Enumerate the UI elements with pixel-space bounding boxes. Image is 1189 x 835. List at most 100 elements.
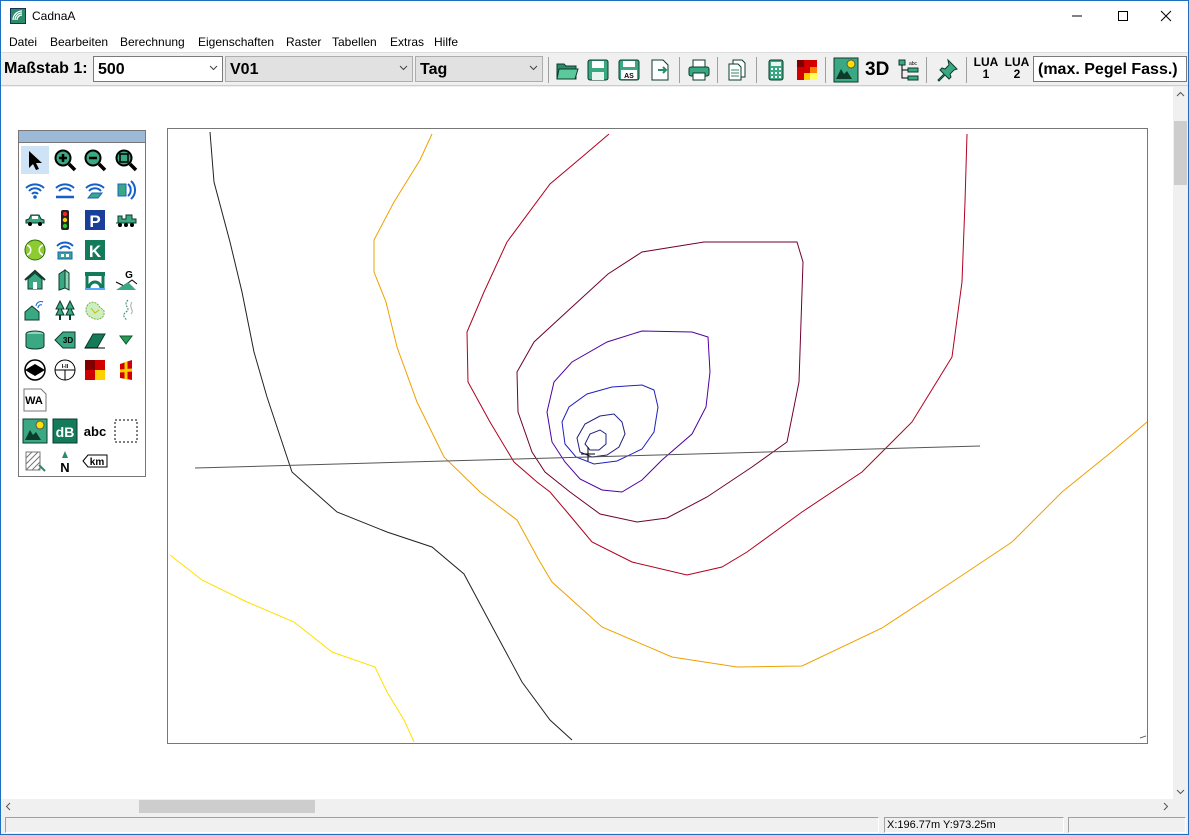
copy-button[interactable] (723, 56, 751, 84)
scroll-left-icon[interactable] (1, 799, 16, 814)
tank-tool[interactable] (21, 326, 49, 354)
result-type-field[interactable]: (max. Pegel Fass.) (1033, 56, 1187, 82)
hatched-area-tool[interactable] (21, 447, 49, 475)
horizontal-scrollbar[interactable] (1, 799, 1173, 814)
period-combo[interactable]: Tag (415, 56, 543, 82)
facade-grid-tool[interactable] (112, 356, 140, 384)
receiver-point-tool[interactable] (21, 356, 49, 384)
area-source-tool[interactable] (81, 176, 109, 204)
auxiliary-rectangle-tool[interactable] (112, 417, 140, 445)
contour-map[interactable] (168, 129, 1148, 743)
north-arrow-tool[interactable]: N (51, 447, 79, 475)
dotted-rect-icon (114, 419, 138, 443)
k-object-tool[interactable]: K (81, 236, 109, 264)
grid-map-button[interactable] (793, 56, 821, 84)
zoom-out-tool[interactable] (81, 146, 109, 174)
area-tool[interactable] (81, 296, 109, 324)
horizontal-scroll-thumb[interactable] (139, 800, 315, 813)
industrial-source-tool[interactable] (51, 236, 79, 264)
svg-text:P: P (89, 212, 100, 231)
printer-icon (688, 59, 710, 81)
text-tool[interactable]: abc (81, 417, 109, 445)
select-tool[interactable] (21, 146, 49, 174)
svg-text:K: K (89, 242, 102, 261)
line-source-tool[interactable] (51, 176, 79, 204)
menu-datei[interactable]: Datei (9, 35, 37, 49)
scroll-down-icon[interactable] (1173, 784, 1188, 799)
embankment-tool[interactable] (81, 326, 109, 354)
landscape-map-icon (833, 57, 859, 83)
building-tool[interactable] (21, 266, 49, 294)
noise-grid-icon (797, 60, 817, 80)
map-frame[interactable] (167, 128, 1148, 744)
vertical-scrollbar[interactable] (1173, 87, 1188, 799)
menu-bearbeiten[interactable]: Bearbeiten (50, 35, 108, 49)
vertical-area-source-tool[interactable] (112, 176, 140, 204)
map-view-button[interactable] (832, 56, 860, 84)
workspace[interactable]: P K G 3D I-II WA dB abc N km (1, 87, 1173, 799)
toolbar: Maßstab 1: 500 V01 Tag AS 3D abc LUA 1 L… (1, 52, 1188, 86)
menu-berechnung[interactable]: Berechnung (120, 35, 185, 49)
contour-line-blue (561, 384, 659, 465)
ground-absorption-tool[interactable]: G (112, 266, 140, 294)
status-coordinates: X:196.77m Y:973.25m (884, 817, 1064, 833)
parking-lot-tool[interactable]: P (81, 206, 109, 234)
scale-bar-tool[interactable]: km (81, 447, 109, 475)
variant-combo[interactable]: V01 (225, 56, 413, 82)
railway-tool[interactable] (112, 206, 140, 234)
minimize-button[interactable] (1054, 1, 1100, 31)
open-button[interactable] (553, 56, 581, 84)
print-button[interactable] (685, 56, 713, 84)
traffic-light-tool[interactable] (51, 206, 79, 234)
building-evaluation-tool[interactable] (21, 296, 49, 324)
menu-hilfe[interactable]: Hilfe (434, 35, 458, 49)
palette-title-bar[interactable] (19, 131, 145, 143)
save-button[interactable] (584, 56, 612, 84)
lua2-button[interactable]: LUA 2 (1004, 56, 1030, 80)
lua1-button[interactable]: LUA 1 (973, 56, 999, 80)
menu-extras[interactable]: Extras (390, 35, 424, 49)
menu-eigenschaften[interactable]: Eigenschaften (198, 35, 274, 49)
scale-label: Maßstab 1: (4, 60, 88, 77)
toolbar-separator (717, 57, 718, 83)
zoom-window-tool[interactable] (112, 146, 140, 174)
height-point-tool[interactable] (112, 326, 140, 354)
scroll-right-icon[interactable] (1158, 799, 1173, 814)
save-as-icon: AS (618, 59, 640, 81)
point-source-tool[interactable] (21, 176, 49, 204)
maximize-button[interactable] (1100, 1, 1146, 31)
road-tool[interactable] (21, 206, 49, 234)
vertical-scroll-thumb[interactable] (1174, 121, 1187, 185)
scale-combo[interactable]: 500 (93, 56, 223, 82)
3d-view-button[interactable]: 3D (865, 59, 889, 81)
bitmap-tool[interactable] (21, 417, 49, 445)
calculator-button[interactable] (762, 56, 790, 84)
vegetation-tool[interactable] (51, 296, 79, 324)
export-icon (651, 59, 669, 81)
grid-calculation-tool[interactable] (81, 356, 109, 384)
contour-line-darkred (516, 241, 804, 523)
save-as-button[interactable]: AS (615, 56, 643, 84)
land-use-tool[interactable]: WA (21, 386, 49, 414)
menu-tabellen[interactable]: Tabellen (332, 35, 377, 49)
pin-button[interactable] (933, 56, 961, 84)
contour-line-tool[interactable] (112, 296, 140, 324)
evaluation-parameter-tool[interactable]: I-II (51, 356, 79, 384)
bridge-tool[interactable] (81, 266, 109, 294)
svg-text:WA: WA (25, 395, 43, 407)
svg-text:N: N (60, 460, 69, 473)
zoom-in-tool[interactable] (51, 146, 79, 174)
contour-line-icon (123, 299, 133, 321)
barrier-tool[interactable] (51, 266, 79, 294)
object-tree-button[interactable]: abc (895, 56, 923, 84)
north-arrow-icon: N (60, 451, 70, 473)
scroll-up-icon[interactable] (1173, 87, 1188, 102)
embankment-icon (84, 333, 106, 349)
title-bar[interactable]: CadnaA (1, 1, 1188, 32)
menu-raster[interactable]: Raster (286, 35, 321, 49)
close-button[interactable] (1143, 1, 1188, 31)
db-label-tool[interactable]: dB (51, 417, 79, 445)
3d-reflector-tool[interactable]: 3D (51, 326, 79, 354)
export-button[interactable] (646, 56, 674, 84)
sports-facility-tool[interactable] (21, 236, 49, 264)
